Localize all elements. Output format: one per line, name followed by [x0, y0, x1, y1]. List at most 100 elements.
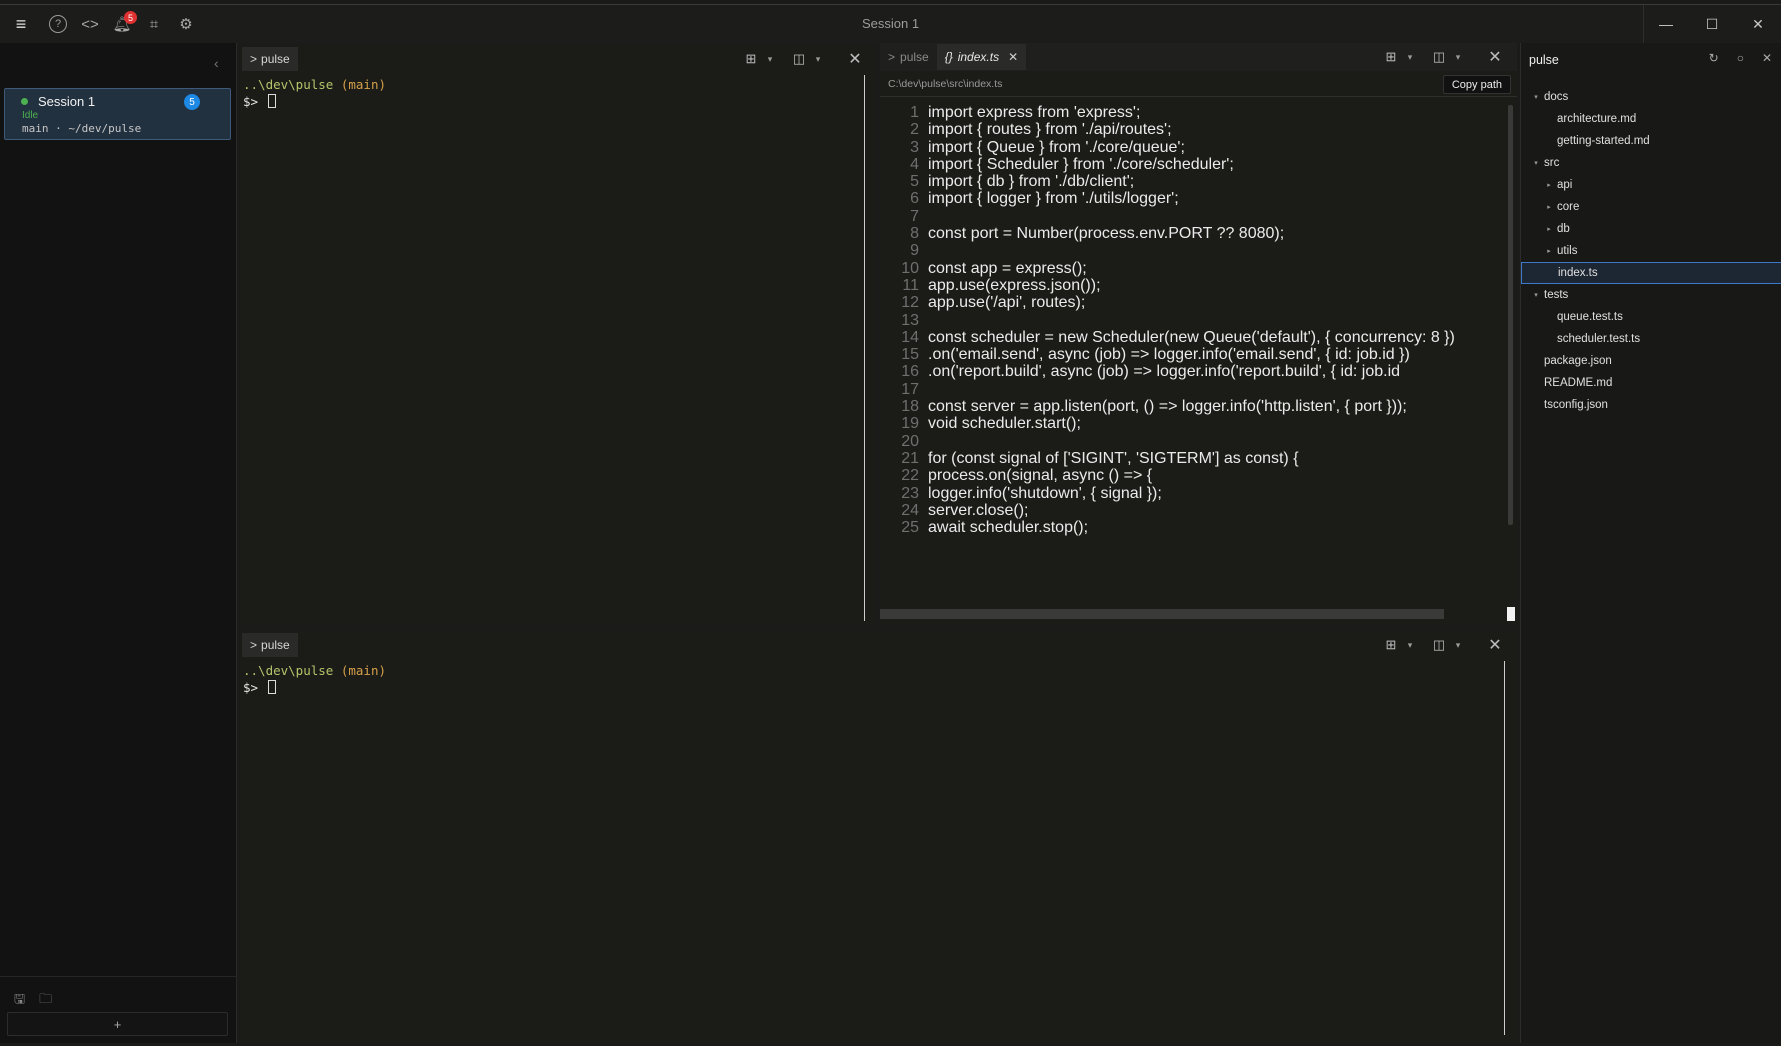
code-line: 12 app.use('/api', routes); [880, 294, 1455, 311]
code-line: 23 logger.info('shutdown', { signal }); [880, 485, 1455, 502]
terminal-prompt: $> [243, 94, 259, 109]
chevron-down-icon[interactable]: ▾ [1450, 631, 1466, 659]
split-pane-icon[interactable]: ◫ [788, 45, 810, 73]
terminal-output[interactable]: ..\dev\pulse (main) $> [243, 662, 386, 696]
scrollbar[interactable] [1504, 661, 1505, 1035]
line-number: 22 [901, 467, 919, 485]
new-tab-icon[interactable]: ⊞ [1380, 631, 1402, 659]
code-editor[interactable]: 1 import express from 'express'; 2 import {… [880, 104, 1510, 644]
tree-folder[interactable]: ▸ api [1521, 174, 1781, 196]
terminal-tab[interactable]: > pulse [242, 47, 298, 71]
code-line: 15 .on('email.send', async (job) => logg… [880, 346, 1455, 363]
tree-folder[interactable]: ▾ tests [1521, 284, 1781, 306]
chevron-down-icon[interactable]: ▾ [1402, 631, 1418, 659]
terminal-pane-top: > pulse ⊞ ▾ ◫ ▾ ✕ ..\dev\pulse (main) $> [240, 45, 876, 625]
tree-file[interactable]: index.ts [1521, 262, 1781, 284]
line-content: app.use('/api', routes); [928, 294, 1086, 312]
terminal-icon: > [250, 52, 258, 66]
tree-folder[interactable]: ▸ utils [1521, 240, 1781, 262]
code-line: 24 server.close(); [880, 502, 1455, 519]
tree-file[interactable]: architecture.md [1521, 108, 1781, 130]
line-number: 15 [901, 346, 919, 364]
code-line: 2 import { routes } from './api/routes'; [880, 121, 1455, 138]
line-number: 19 [901, 415, 919, 433]
tree-item-label: tsconfig.json [1544, 399, 1608, 411]
copy-path-button[interactable]: Copy path [1442, 75, 1511, 94]
app-logo-icon[interactable]: ≡ [0, 5, 42, 43]
tab-pulse[interactable]: > pulse [880, 44, 937, 70]
scrollbar[interactable] [864, 75, 865, 621]
chevron-down-icon[interactable]: ▾ [810, 45, 826, 73]
settings-button[interactable]: ⚙ [170, 5, 202, 43]
chevron-down-icon: ▾ [1534, 94, 1538, 101]
terminal-icon: > [250, 638, 258, 652]
refresh-icon[interactable]: ↻ [1709, 51, 1719, 65]
editor-vertical-scrollbar[interactable] [1508, 105, 1513, 525]
new-tab-icon[interactable]: ⊞ [740, 45, 762, 73]
terminal-branch: (main) [340, 663, 386, 678]
terminal-path: ..\dev\pulse [243, 663, 334, 678]
new-tab-icon[interactable]: ⊞ [1380, 43, 1402, 71]
code-line: 5 import { db } from './db/client'; [880, 173, 1455, 190]
agents-button[interactable]: ⌗ [138, 5, 170, 43]
tree-file[interactable]: scheduler.test.ts [1521, 328, 1781, 350]
tree-file[interactable]: README.md [1521, 372, 1781, 394]
tree-folder[interactable]: ▾ docs [1521, 86, 1781, 108]
tree-file[interactable]: getting-started.md [1521, 130, 1781, 152]
code-icon: <> [81, 15, 99, 33]
circle-icon[interactable]: ○ [1737, 51, 1744, 65]
notifications-button[interactable]: 🔔︎ 5 [106, 5, 138, 43]
binoculars-icon: ⌗ [149, 15, 159, 33]
code-line: 25 await scheduler.stop(); [880, 519, 1455, 536]
tree-item-label: db [1557, 223, 1570, 235]
help-button[interactable]: ? [42, 5, 74, 43]
close-window-button[interactable]: ✕ [1735, 5, 1781, 43]
close-tab-icon[interactable]: ✕ [1008, 50, 1018, 64]
code-line: 3 import { Queue } from './core/queue'; [880, 139, 1455, 156]
code-line: 10 const app = express(); [880, 260, 1455, 277]
close-pane-icon[interactable]: ✕ [1484, 43, 1506, 71]
line-number: 6 [910, 190, 919, 208]
editor-horizontal-scrollbar[interactable] [880, 609, 1444, 619]
minimize-button[interactable]: — [1643, 5, 1689, 43]
split-pane-icon[interactable]: ◫ [1428, 43, 1450, 71]
code-line: 8 const port = Number(process.env.PORT ??… [880, 225, 1455, 242]
chevron-down-icon[interactable]: ▾ [1402, 43, 1418, 71]
maximize-button[interactable]: ☐ [1689, 5, 1735, 43]
tree-folder[interactable]: ▸ db [1521, 218, 1781, 240]
notification-badge: 5 [124, 11, 137, 24]
tree-file[interactable]: package.json [1521, 350, 1781, 372]
line-content: logger.info('shutdown', { signal }); [928, 484, 1162, 502]
save-icon[interactable]: 🖫︎ [14, 990, 25, 1012]
chevron-right-icon: ▸ [1547, 182, 1551, 189]
terminal-output[interactable]: ..\dev\pulse (main) $> [243, 76, 386, 110]
chevron-right-icon: ▸ [1547, 226, 1551, 233]
line-content: const port = Number(process.env.PORT ?? … [928, 225, 1285, 243]
close-pane-icon[interactable]: ✕ [844, 45, 866, 73]
folder-icon[interactable]: 🗀︎ [39, 990, 52, 1012]
collapse-sidebar-icon[interactable]: ‹ [214, 55, 219, 71]
code-line: 4 import { Scheduler } from './core/sched… [880, 156, 1455, 173]
tree-folder[interactable]: ▸ core [1521, 196, 1781, 218]
line-content: void scheduler.start(); [928, 415, 1081, 433]
split-pane-icon[interactable]: ◫ [1428, 631, 1450, 659]
new-session-button[interactable]: + [7, 1012, 228, 1036]
tab-index-ts[interactable]: {} index.ts ✕ [936, 44, 1027, 70]
tab-label: pulse [900, 50, 929, 64]
chevron-down-icon[interactable]: ▾ [1450, 43, 1466, 71]
close-pane-icon[interactable]: ✕ [1484, 631, 1506, 659]
terminal-tab[interactable]: > pulse [242, 633, 298, 657]
tree-file[interactable]: tsconfig.json [1521, 394, 1781, 416]
explorer-title: pulse [1529, 53, 1559, 67]
session-card[interactable]: Session 1 5 Idle main · ~/dev/pulse [4, 88, 231, 140]
tab-label: index.ts [957, 50, 1000, 64]
close-icon[interactable]: ✕ [1762, 51, 1772, 65]
file-path-bar: C:\dev\pulse\src\index.ts Copy path [880, 71, 1517, 97]
chevron-down-icon[interactable]: ▾ [762, 45, 778, 73]
code-button[interactable]: <> [74, 5, 106, 43]
editor-pane: > pulse {} index.ts ✕ ⊞ ▾ ◫ ▾ ✕ C:\dev\p… [880, 43, 1517, 625]
tree-file[interactable]: queue.test.ts [1521, 306, 1781, 328]
tree-folder[interactable]: ▾ src [1521, 152, 1781, 174]
line-content: import express from 'express'; [928, 104, 1141, 121]
line-content: import { logger } from './utils/logger'; [928, 190, 1179, 208]
